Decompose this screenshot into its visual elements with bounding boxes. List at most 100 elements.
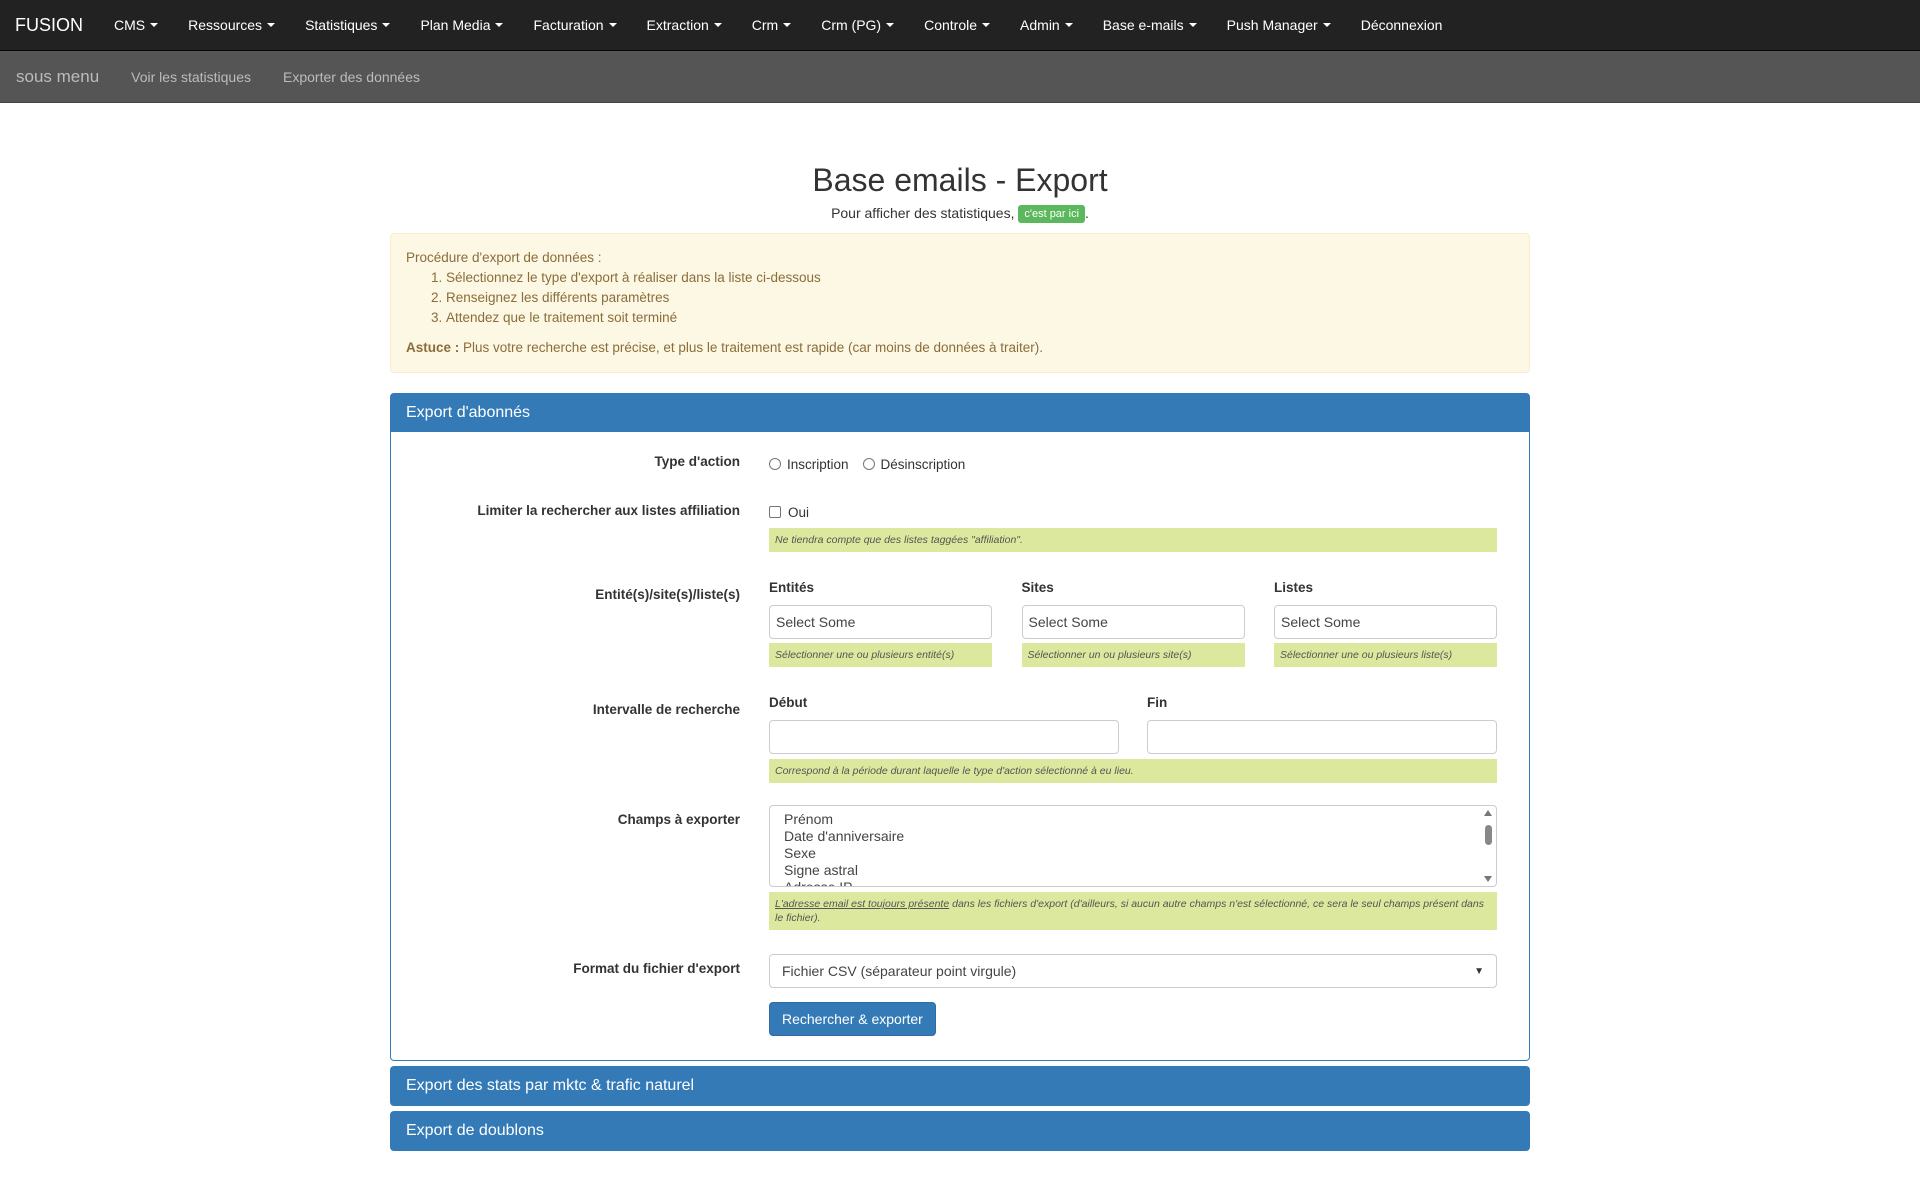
intro-label: Pour afficher des statistiques, [831,205,1015,221]
nav-item-extraction[interactable]: Extraction [632,17,737,33]
nav-item-crm[interactable]: Crm [737,17,806,33]
interval-start-col: Début [769,689,1119,755]
interval-label: Intervalle de recherche [592,702,740,718]
nav-item-facturation[interactable]: Facturation [518,17,631,33]
interval-end-input[interactable] [1147,720,1497,755]
interval-end-title: Fin [1147,695,1168,711]
radio-inscription[interactable] [769,458,781,471]
caret-down-icon [982,23,991,27]
entities-select[interactable]: Select Some [769,605,992,640]
panel-heading-export-abonnes[interactable]: Export d'abonnés [391,394,1529,433]
affiliation-checkbox-label[interactable]: Oui [788,505,809,520]
interval-cols: Début Fin [769,689,1497,755]
format-field: Fichier CSV (séparateur point virgule) ▼ [769,954,1497,989]
entities-col-title: Entités [769,580,815,596]
scroll-down-arrow-icon[interactable] [1484,876,1492,883]
nav-item-label: Crm [751,17,779,33]
format-selected: Fichier CSV (séparateur point virgule) [782,963,1017,980]
caret-down-icon [783,23,792,27]
nav-item-label: Extraction [646,17,709,33]
fields-scrollbar[interactable] [1482,808,1494,884]
sub-navbar: sous menu Voir les statistiques Exporter… [0,51,1920,103]
caret-down-icon [495,23,504,27]
fields-option[interactable]: Date d'anniversaire [784,828,1482,845]
nav-item-label: CMS [114,17,146,33]
interval-help: Correspond à la période durant laquelle … [769,759,1497,784]
nav-item-crm-pg[interactable]: Crm (PG) [806,17,909,33]
lists-help: Sélectionner une ou plusieurs liste(s) [1274,643,1497,668]
fields-multiselect[interactable]: Prénom Date d'anniversaire Sexe Signe as… [769,805,1497,888]
scroll-thumb[interactable] [1485,825,1492,846]
panel-heading-export-doublons[interactable]: Export de doublons [391,1112,1529,1151]
panel-heading-export-stats[interactable]: Export des stats par mktc & trafic natur… [391,1067,1529,1106]
caret-down-icon [713,23,722,27]
alert-steps: Sélectionnez le type d'export à réaliser… [406,268,1514,328]
caret-down-icon [886,23,895,27]
affiliation-checkbox[interactable] [769,506,781,519]
sites-help: Sélectionner un ou plusieurs site(s) [1021,643,1245,668]
search-export-button[interactable]: Rechercher & exporter [769,1002,936,1037]
fields-option[interactable]: Signe astral [784,862,1482,879]
nav-item-label: Plan Media [420,17,491,33]
nav-item-statistiques[interactable]: Statistiques [290,17,405,33]
fields-field: Prénom Date d'anniversaire Sexe Signe as… [769,805,1497,931]
nav-item-ressources[interactable]: Ressources [173,17,290,33]
interval-end-col: Fin [1147,689,1497,755]
panel-body-export-abonnes: Type d'action Inscription Désinscription… [391,432,1529,1060]
radio-inscription-label[interactable]: Inscription [787,457,849,472]
entities-help: Sélectionner une ou plusieurs entité(s) [769,643,992,668]
lists-select[interactable]: Select Some [1274,605,1497,640]
main-container: Base emails - Export Pour afficher des s… [390,162,1530,1152]
nav-item-push-manager[interactable]: Push Manager [1212,17,1346,33]
affiliation-help: Ne tiendra compte que des listes taggées… [769,528,1497,553]
brand-logo[interactable]: FUSION [15,15,83,36]
form-row-format: Format du fichier d'export Fichier CSV (… [406,954,1514,989]
page-title: Base emails - Export [812,162,1108,198]
fields-help-underlined: L'adresse email est toujours présente [775,898,950,911]
alert-heading: Procédure d'export de données : [406,250,602,266]
nav-item-controle[interactable]: Controle [909,17,1005,33]
nav-item-plan-media[interactable]: Plan Media [405,17,518,33]
intro-text: Pour afficher des statistiques, c'est pa… [390,205,1530,224]
alert-step: Attendez que le traitement soit terminé [446,308,1514,328]
nav-item-d-connexion[interactable]: Déconnexion [1346,17,1458,33]
fields-option[interactable]: Sexe [784,845,1482,862]
nav-item-label: Ressources [188,17,263,33]
nav-item-label: Controle [924,17,978,33]
nav-item-admin[interactable]: Admin [1005,17,1088,33]
subnav-title: sous menu [16,66,100,86]
interval-start-input[interactable] [769,720,1119,755]
panel-export-doublons: Export de doublons [390,1111,1530,1152]
nav-item-base-e-mails[interactable]: Base e-mails [1088,17,1212,33]
nav-menu: CMS Ressources Statistiques Plan Media Factu… [99,17,1457,33]
radio-desinscription[interactable] [862,458,875,471]
action-type-label: Type d'action [654,454,740,470]
scroll-up-arrow-icon[interactable] [1484,810,1492,817]
affiliation-label: Limiter la rechercher aux listes affilia… [477,503,740,519]
lists-col: Listes Select Some Sélectionner une ou p… [1274,574,1497,668]
sites-select[interactable]: Select Some [1021,605,1245,640]
entities-col: Entités Select Some Sélectionner une ou … [769,574,992,668]
subnav-item-export[interactable]: Exporter des données [267,69,436,85]
procedure-alert: Procédure d'export de données : Sélectio… [390,233,1530,374]
subnav-item-statistiques[interactable]: Voir les statistiques [115,69,267,85]
format-select[interactable]: Fichier CSV (séparateur point virgule) ▼ [769,954,1497,989]
caret-down-icon [267,23,276,27]
form-row-submit: Rechercher & exporter [406,1002,1514,1037]
caret-down-icon [382,23,391,27]
caret-down-icon [150,23,159,27]
affiliation-option: Oui [769,496,1497,528]
nav-item-label: Crm (PG) [821,17,882,33]
alert-step: Sélectionnez le type d'export à réaliser… [446,268,1514,288]
form-row-fields: Champs à exporter Prénom Date d'annivers… [406,805,1514,931]
stats-link-badge[interactable]: c'est par ici [1018,205,1086,224]
intro-suffix: . [1085,205,1089,221]
sites-col-title: Sites [1021,580,1054,596]
nav-item-cms[interactable]: CMS [99,17,173,33]
caret-down-icon [1188,23,1197,27]
caret-down-icon [1322,23,1331,27]
entities-label: Entité(s)/site(s)/liste(s) [595,587,740,603]
fields-option[interactable]: Adresse IP [784,879,1482,886]
radio-desinscription-label[interactable]: Désinscription [881,457,966,472]
fields-option[interactable]: Prénom [784,811,1482,828]
